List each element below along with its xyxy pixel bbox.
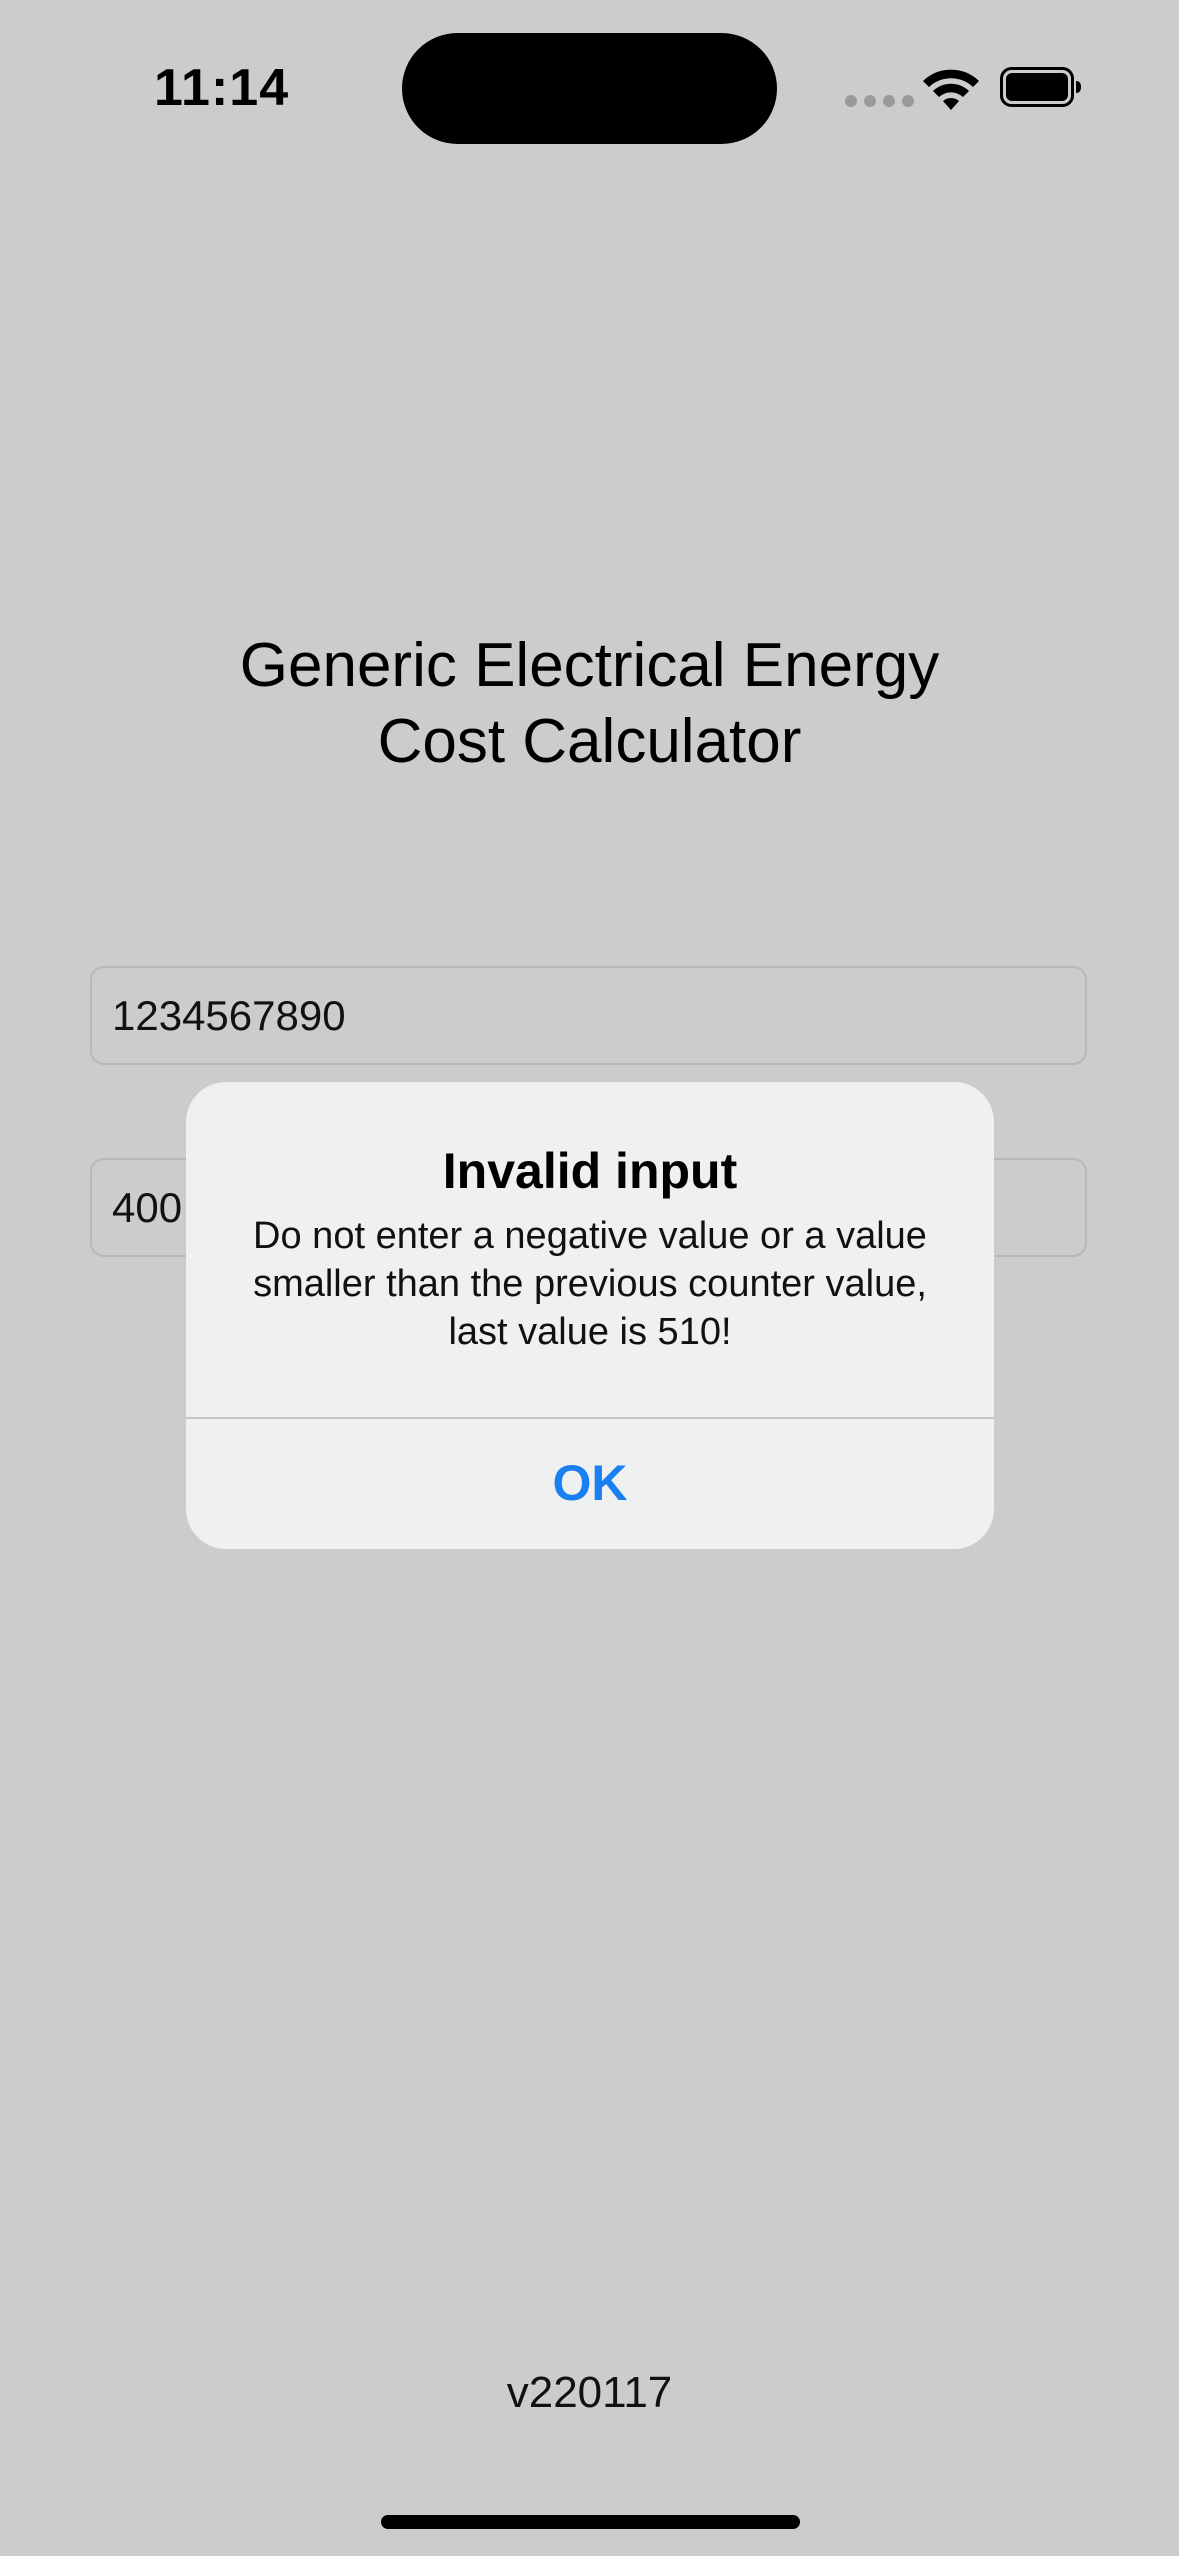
app-title: Generic Electrical Energy Cost Calculato… (239, 631, 940, 776)
alert-title: Invalid input (442, 1143, 738, 1199)
alert-dialog: Invalid input Do not enter a negative va… (186, 1082, 994, 1549)
alert-message: Do not enter a negative value or a value… (253, 1215, 927, 1353)
counter-input[interactable]: 1234567890 (90, 966, 1087, 1065)
cellular-signal-icon (845, 95, 914, 107)
ok-button[interactable]: OK (186, 1419, 994, 1549)
home-indicator[interactable] (381, 2515, 800, 2529)
dynamic-island (402, 33, 777, 144)
version-label: v220117 (506, 2368, 673, 2417)
wifi-icon (923, 69, 979, 110)
status-time: 11:14 (154, 59, 290, 117)
battery-icon (1000, 67, 1081, 107)
